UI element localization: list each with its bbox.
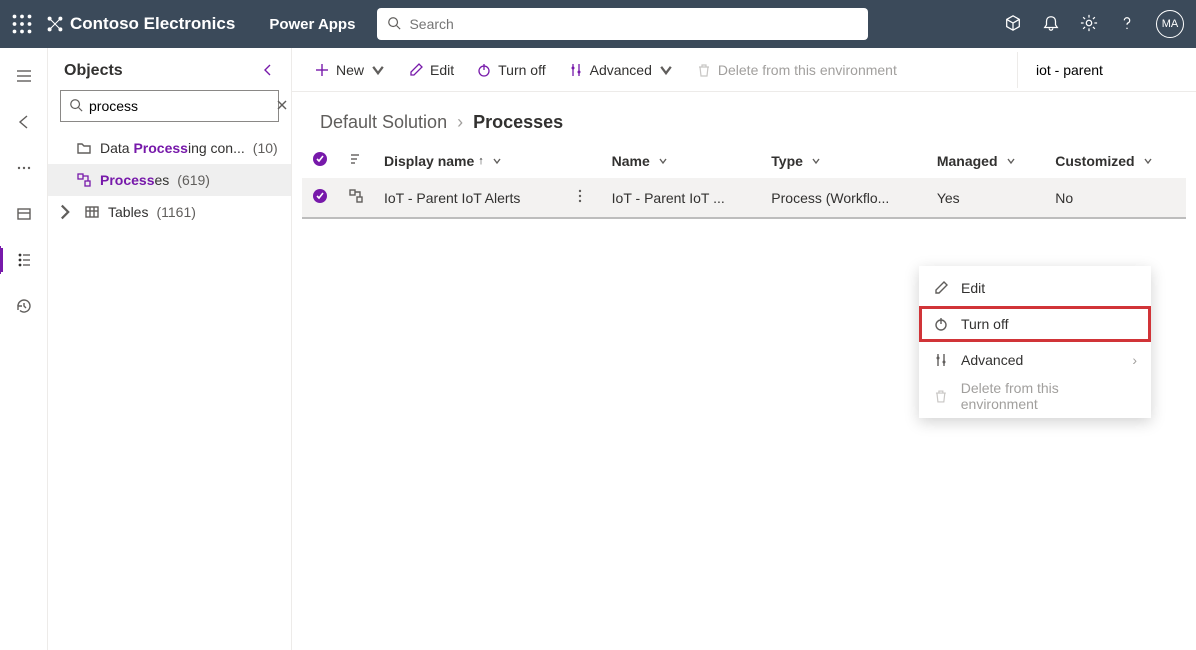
process-icon (76, 172, 92, 188)
app-name: Power Apps (269, 16, 355, 33)
clear-search-icon[interactable] (276, 98, 288, 114)
chevron-right-icon: › (1132, 352, 1137, 368)
new-button[interactable]: New (306, 54, 394, 86)
table-row[interactable]: IoT - Parent IoT Alerts IoT - Parent IoT… (302, 178, 1186, 218)
ctx-turnoff[interactable]: Turn off (919, 306, 1151, 342)
delete-icon (933, 388, 949, 404)
folder-icon (76, 140, 92, 156)
grid-search[interactable] (1017, 52, 1182, 88)
settings-icon[interactable] (1080, 14, 1098, 35)
rail-more-icon[interactable] (0, 154, 47, 182)
objects-title: Objects (64, 62, 123, 80)
rail-history-icon[interactable] (0, 292, 47, 320)
global-search-input[interactable] (409, 16, 858, 32)
objects-panel: Objects Data Processing con... (10) Proc… (48, 48, 292, 650)
col-display-name[interactable]: Display name ↑ (374, 143, 562, 178)
cell-managed: Yes (927, 178, 1045, 218)
col-managed[interactable]: Managed (927, 143, 1045, 178)
objects-collapse-icon[interactable] (261, 63, 275, 80)
advanced-button[interactable]: Advanced (560, 54, 682, 86)
search-icon (387, 16, 401, 33)
command-bar: New Edit Turn off Advanced Delete from t… (292, 48, 1196, 92)
tree-item-tables[interactable]: Tables (1161) (48, 196, 291, 228)
user-avatar[interactable]: MA (1156, 10, 1184, 38)
cell-customized: No (1045, 178, 1186, 218)
row-more-icon[interactable] (572, 190, 588, 206)
chevron-right-icon: › (457, 112, 463, 133)
chevron-down-icon (658, 62, 674, 78)
rail-tree-icon[interactable] (0, 246, 46, 274)
processes-table: Display name ↑ Name Type Managed Customi… (302, 143, 1186, 219)
sliders-icon (568, 62, 584, 78)
tree-item-processes[interactable]: Processes (619) (48, 164, 291, 196)
org-name: Contoso Electronics (70, 14, 235, 34)
global-search[interactable] (377, 8, 868, 40)
power-icon (933, 316, 949, 332)
main-content: New Edit Turn off Advanced Delete from t… (292, 48, 1196, 650)
objects-search[interactable] (60, 90, 279, 122)
edit-button[interactable]: Edit (400, 54, 462, 86)
rail-back-icon[interactable] (0, 108, 47, 136)
process-type-icon (348, 191, 364, 207)
tree-item-data-processing[interactable]: Data Processing con... (10) (48, 132, 291, 164)
rail-card-icon[interactable] (0, 200, 47, 228)
chevron-right-icon[interactable] (58, 204, 72, 220)
ctx-delete: Delete from this environment (919, 378, 1151, 414)
delete-button: Delete from this environment (688, 54, 905, 86)
environment-icon[interactable] (1004, 14, 1022, 35)
search-icon (69, 98, 83, 115)
col-customized[interactable]: Customized (1045, 143, 1186, 178)
objects-tree: Data Processing con... (10) Processes (6… (48, 132, 291, 228)
top-utility-icons: MA (1004, 10, 1184, 38)
cell-name: IoT - Parent IoT ... (602, 178, 762, 218)
delete-icon (696, 62, 712, 78)
row-context-menu: Edit Turn off Advanced › Delete from thi… (919, 266, 1151, 418)
waffle-icon[interactable] (12, 14, 32, 34)
breadcrumb: Default Solution › Processes (292, 92, 1196, 143)
notifications-icon[interactable] (1042, 14, 1060, 35)
plus-icon (314, 62, 330, 78)
col-name[interactable]: Name (602, 143, 762, 178)
turnoff-button[interactable]: Turn off (468, 54, 553, 86)
row-checkbox[interactable] (312, 191, 328, 207)
chevron-down-icon (370, 62, 386, 78)
ctx-advanced[interactable]: Advanced › (919, 342, 1151, 378)
cell-display-name[interactable]: IoT - Parent IoT Alerts (374, 178, 562, 218)
edit-icon (933, 280, 949, 296)
sliders-icon (933, 352, 949, 368)
power-icon (476, 62, 492, 78)
table-icon (84, 204, 100, 220)
rail-menu-icon[interactable] (0, 62, 47, 90)
objects-search-input[interactable] (89, 98, 270, 114)
col-type[interactable]: Type (761, 143, 927, 178)
ctx-edit[interactable]: Edit (919, 270, 1151, 306)
sort-icon[interactable] (348, 153, 362, 169)
select-all-checkbox[interactable] (312, 154, 328, 170)
grid-search-input[interactable] (1036, 62, 1196, 78)
top-app-bar: Contoso Electronics Power Apps MA (0, 0, 1196, 48)
help-icon[interactable] (1118, 14, 1136, 35)
edit-icon (408, 62, 424, 78)
breadcrumb-parent[interactable]: Default Solution (320, 112, 447, 133)
org-logo: Contoso Electronics (46, 14, 235, 34)
left-rail (0, 48, 48, 650)
cell-type: Process (Workflo... (761, 178, 927, 218)
breadcrumb-current: Processes (473, 112, 563, 133)
